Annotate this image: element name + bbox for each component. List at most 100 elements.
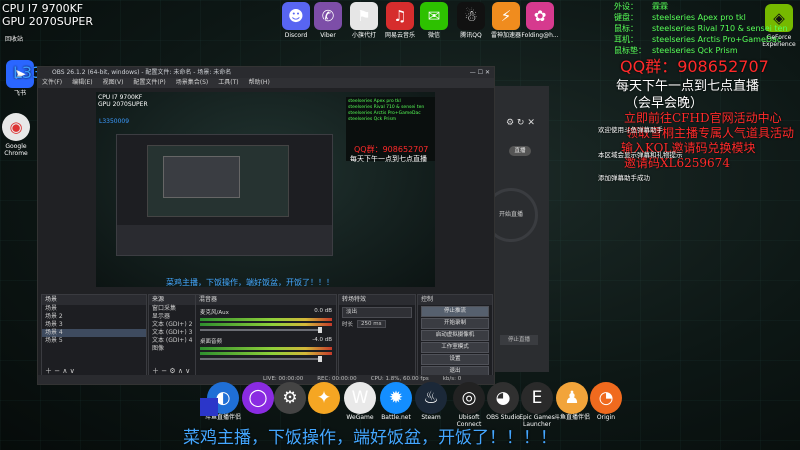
peripheral-key: 鼠标垫： — [614, 46, 646, 55]
source-label: 文本 (GDI+) 3 — [152, 329, 193, 336]
scenes-header: 场景 — [42, 295, 146, 305]
nested-docks — [117, 225, 332, 255]
discord-label: Discord — [284, 32, 308, 39]
obs-title: OBS 26.1.2 (64-bit, windows) - 配置文件: 未命名… — [52, 69, 232, 76]
mixer-header: 混音器 — [196, 295, 336, 305]
mixer-channel: 桌面音频 -4.0 dB — [196, 337, 336, 362]
preview-overlay-number: L3350009 — [99, 118, 130, 125]
blue-square-block — [200, 398, 218, 416]
qq-label: 腾讯QQ — [460, 32, 482, 39]
peripheral-row: 键盘： steelseries Apex pro tkl — [614, 12, 746, 23]
settings-glyph[interactable]: ⚙ ↻ ✕ — [506, 118, 535, 128]
douyu-icon[interactable]: ♟ — [556, 382, 588, 414]
wechat-icon: ✉ — [420, 2, 448, 30]
menu-item[interactable]: 场景集合(S) — [176, 78, 209, 88]
scene-item[interactable]: 场景 5 — [42, 337, 146, 345]
promo-line: 立即前往CFHD官网活动中心 — [624, 111, 782, 125]
viber-icon: ✆ — [314, 2, 342, 30]
chat-line: 欢迎使用斗鱼弹幕助手 — [598, 126, 663, 134]
volume-slider[interactable] — [200, 327, 322, 333]
gpu-label: GPU 2070SUPER — [2, 15, 93, 28]
control-button[interactable]: 设置 — [421, 354, 489, 365]
stream-note: （会早会晚） — [625, 96, 704, 111]
transitions-header: 转场特效 — [339, 295, 415, 305]
fox-icon[interactable]: ✦ — [308, 382, 340, 414]
folding-icon: ✿ — [526, 2, 554, 30]
menu-item[interactable]: 帮助(H) — [249, 78, 270, 88]
menu-item[interactable]: 文件(F) — [42, 78, 62, 88]
overwolf-icon[interactable]: ◯ — [242, 382, 274, 414]
menu-item[interactable]: 工具(T) — [218, 78, 238, 88]
nested-obs-window — [116, 134, 333, 256]
preview-gpu: GPU 2070SUPER — [98, 101, 148, 108]
wegame-icon[interactable]: W — [344, 382, 376, 414]
thunder-label: 雷神加速器 — [490, 32, 521, 39]
viber-label: Viber — [320, 32, 336, 39]
wechat-desktop-icon[interactable]: ✉ 微信 — [414, 2, 454, 39]
scenes-list: 场景 场景 2 场景 3 场景 4 场景 5 — [42, 305, 146, 345]
peripheral-value: steelseries Qck Prism — [652, 46, 738, 55]
stop-live-button[interactable]: 停止直播 — [500, 335, 538, 345]
live-button[interactable]: 直播 — [509, 146, 531, 156]
peripheral-value: steelseries Rival 710 & sensei ten — [652, 24, 788, 33]
qq-desktop-icon[interactable]: ☃ 腾讯QQ — [451, 2, 491, 39]
origin-label: Origin — [596, 414, 616, 421]
volume-slider[interactable] — [200, 356, 322, 362]
live-helper-panel: ⚙ ↻ ✕ 直播 开始直播 停止直播 — [484, 86, 549, 372]
control-button[interactable]: 停止推流 — [421, 306, 489, 317]
bottom-caption: 菜鸡主播，下饭操作，端好饭盆，开饭了！！！！ — [183, 428, 557, 448]
control-button[interactable]: 工作室模式 — [421, 342, 489, 353]
stream-time: 每天下午一点到七点直播 — [616, 79, 760, 94]
mixer-channel-label: 桌面音频 — [200, 339, 223, 345]
control-button[interactable]: 开始录制 — [421, 318, 489, 329]
cpu-label: CPU I7 9700KF — [2, 2, 84, 15]
source-label: 文本 (GDI+) 4 — [152, 337, 193, 344]
window-controls[interactable]: — ☐ ✕ — [470, 67, 490, 78]
volume-slider-knob[interactable] — [318, 327, 322, 333]
mixer-channel: 麦克风/Aux 0.0 dB — [196, 308, 336, 333]
control-button[interactable]: 启动虚拟摄像机 — [421, 330, 489, 341]
chrome-desktop-icon[interactable]: ◉ Google Chrome — [0, 113, 36, 157]
menu-item[interactable]: 编辑(E) — [72, 78, 92, 88]
epic-icon[interactable]: E — [521, 382, 553, 414]
volume-slider-knob[interactable] — [318, 356, 322, 362]
ubisoft-icon[interactable]: ◎ — [453, 382, 485, 414]
menu-item[interactable]: 视图(V) — [103, 78, 124, 88]
battlenet-icon[interactable]: ✹ — [380, 382, 412, 414]
peripheral-key: 外设： — [614, 2, 638, 11]
nested-preview — [147, 145, 289, 217]
scenes-dock: 场景 场景 场景 2 场景 3 场景 4 场景 5 ＋ − ∧ ∨ — [41, 294, 147, 378]
scene-item[interactable]: 场景 4 — [42, 329, 146, 337]
nested-periph-4: steelseries Qck Prism — [348, 117, 397, 122]
controls-dock: 控制 停止推流 开始录制 启动虚拟摄像机 工作室模式 设置 退出 — [417, 294, 493, 378]
xiaohongshu-desktop-icon[interactable]: ⚑ 小旗代打 — [344, 2, 384, 39]
qq-group: QQ群：908652707 — [620, 57, 769, 76]
obs-icon[interactable]: ◕ — [487, 382, 519, 414]
transition-select[interactable]: 淡出 — [342, 307, 412, 318]
peripheral-row: 鼠标垫： steelseries Qck Prism — [614, 45, 738, 56]
obs-titlebar: OBS 26.1.2 (64-bit, windows) - 配置文件: 未命名… — [38, 67, 494, 78]
gearapp-icon[interactable]: ⚙ — [274, 382, 306, 414]
folding-desktop-icon[interactable]: ✿ Folding@h... — [520, 2, 560, 39]
duration-input[interactable]: 250 ms — [357, 320, 386, 328]
nested-preview-inner — [163, 156, 240, 198]
scene-item[interactable]: 场景 2 — [42, 313, 146, 321]
mixer-list: 麦克风/Aux 0.0 dB 桌面音频 -4.0 dB — [196, 308, 336, 362]
mixer-channel-label: 麦克风/Aux — [200, 310, 229, 316]
menu-item[interactable]: 配置文件(P) — [133, 78, 165, 88]
scene-item[interactable]: 场景 — [42, 305, 146, 313]
peripheral-key: 键盘： — [614, 13, 638, 22]
obs-preview[interactable]: CPU I7 9700KF GPU 2070SUPER L3350009 ste… — [96, 92, 435, 287]
recycle-bin-label[interactable]: 回收站 — [5, 33, 23, 46]
peripheral-value: 霖霖 — [652, 2, 668, 11]
xiaohongshu-label: 小旗代打 — [351, 32, 376, 39]
viber-desktop-icon[interactable]: ✆ Viber — [308, 2, 348, 39]
chrome-label: Google Chrome — [4, 143, 28, 157]
peripheral-row: 外设： 霖霖 — [614, 1, 668, 12]
transitions-dock: 转场特效 淡出 时长 250 ms — [338, 294, 416, 378]
scene-item[interactable]: 场景 3 — [42, 321, 146, 329]
mixer-channel-db: -4.0 dB — [312, 337, 332, 343]
desktop: CPU I7 9700KF GPU 2070SUPER 回收站 ➤ 飞书 L33… — [0, 0, 800, 450]
origin-icon[interactable]: ◔ — [590, 382, 622, 414]
steam-icon[interactable]: ♨ — [415, 382, 447, 414]
